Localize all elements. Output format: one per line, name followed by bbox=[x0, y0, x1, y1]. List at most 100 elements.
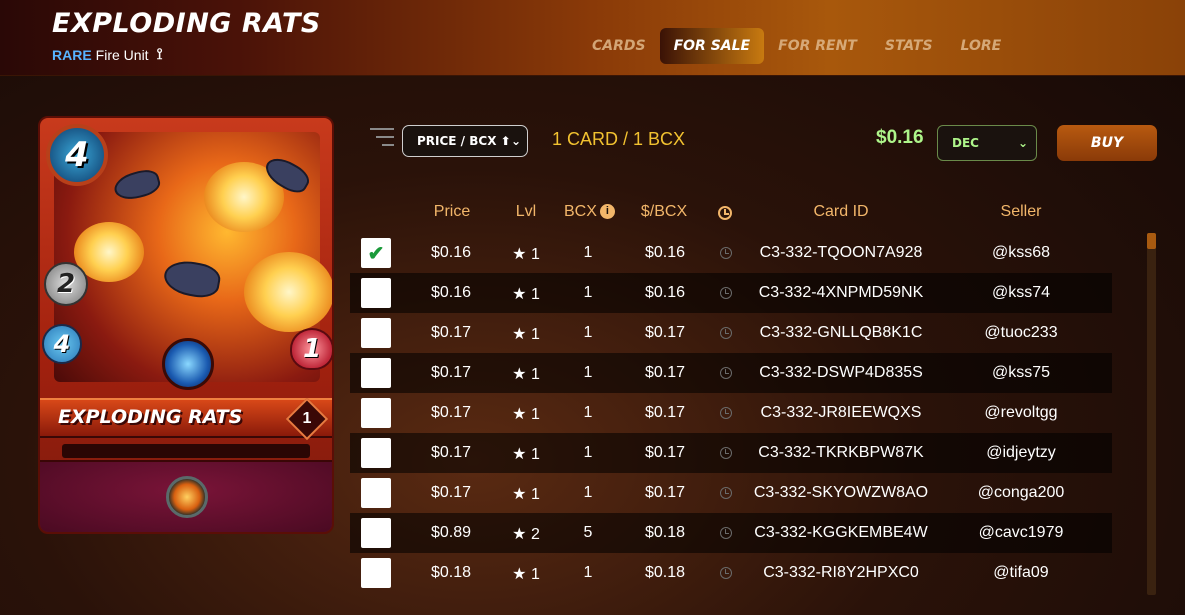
row-checkbox[interactable] bbox=[361, 318, 391, 348]
row-card-id[interactable]: C3-332-GNLLQB8K1C bbox=[746, 324, 936, 342]
row-seller[interactable]: @conga200 bbox=[960, 484, 1082, 502]
row-card-id[interactable]: C3-332-KGGKEMBE4W bbox=[746, 524, 936, 542]
clock-icon bbox=[720, 447, 732, 459]
row-lvl: ★ 1 bbox=[512, 406, 540, 423]
row-checkbox[interactable] bbox=[361, 398, 391, 428]
row-checkbox[interactable] bbox=[361, 358, 391, 388]
row-card-id[interactable]: C3-332-JR8IEEWQXS bbox=[746, 404, 936, 422]
row-card-id[interactable]: C3-332-DSWP4D835S bbox=[746, 364, 936, 382]
page-title: EXPLODING RATS bbox=[52, 8, 321, 39]
clock-icon bbox=[720, 287, 732, 299]
clock-icon bbox=[720, 247, 732, 259]
clock-icon bbox=[720, 407, 732, 419]
table-body: ✔ $0.16 ★ 1 1 $0.16 C3-332-TQOON7A928 @k… bbox=[350, 233, 1112, 593]
row-lvl: ★ 1 bbox=[512, 246, 540, 263]
tab-for-sale[interactable]: FOR SALE bbox=[659, 28, 765, 64]
row-seller[interactable]: @kss74 bbox=[960, 284, 1082, 302]
card-subtitle: RARE Fire Unit ⟟ bbox=[52, 46, 163, 64]
table-row[interactable]: $0.16 ★ 1 1 $0.16 C3-332-4XNPMD59NK @kss… bbox=[350, 273, 1112, 313]
row-seller[interactable]: @kss68 bbox=[960, 244, 1082, 262]
buy-button[interactable]: BUY bbox=[1057, 125, 1157, 161]
table-row[interactable]: $0.17 ★ 1 1 $0.17 C3-332-JR8IEEWQXS @rev… bbox=[350, 393, 1112, 433]
row-price: $0.17 bbox=[430, 444, 472, 461]
row-card-id[interactable]: C3-332-SKYOWZW8AO bbox=[746, 484, 936, 502]
edition-icon: ⟟ bbox=[156, 46, 163, 63]
sort-lines-icon[interactable] bbox=[370, 128, 394, 150]
scrollbar[interactable] bbox=[1147, 233, 1156, 595]
row-bcx: 1 bbox=[583, 284, 593, 301]
row-lvl: ★ 2 bbox=[512, 526, 540, 543]
table-row[interactable]: $0.18 ★ 1 1 $0.18 C3-332-RI8Y2HPXC0 @tif… bbox=[350, 553, 1112, 593]
sort-dropdown[interactable]: PRICE / BCX ⬆ ⌄ bbox=[402, 125, 528, 157]
table-row[interactable]: $0.17 ★ 1 1 $0.17 C3-332-DSWP4D835S @kss… bbox=[350, 353, 1112, 393]
explode-ability-icon[interactable] bbox=[166, 476, 208, 518]
row-seller[interactable]: @kss75 bbox=[960, 364, 1082, 382]
row-lvl: ★ 1 bbox=[512, 486, 540, 503]
table-header: Price Lvl BCX i $/BCX Card ID Seller bbox=[350, 193, 1112, 233]
header-card-id[interactable]: Card ID bbox=[780, 203, 902, 221]
table-row[interactable]: $0.17 ★ 1 1 $0.17 C3-332-SKYOWZW8AO @con… bbox=[350, 473, 1112, 513]
row-price: $0.17 bbox=[430, 324, 472, 341]
clock-icon bbox=[720, 327, 732, 339]
card-abilities bbox=[40, 460, 332, 532]
row-bcx: 1 bbox=[583, 444, 593, 461]
scrollbar-thumb[interactable] bbox=[1147, 233, 1156, 249]
row-bcx: 1 bbox=[583, 404, 593, 421]
row-per-bcx: $0.17 bbox=[644, 444, 686, 461]
header-bcx[interactable]: BCX i bbox=[564, 203, 620, 221]
table-row[interactable]: ✔ $0.16 ★ 1 1 $0.16 C3-332-TQOON7A928 @k… bbox=[350, 233, 1112, 273]
row-bcx: 1 bbox=[583, 244, 593, 261]
row-price: $0.17 bbox=[430, 364, 472, 381]
clock-icon bbox=[720, 527, 732, 539]
tab-lore[interactable]: LORE bbox=[947, 28, 1016, 64]
tab-cards[interactable]: CARDS bbox=[578, 28, 660, 64]
row-checkbox[interactable] bbox=[361, 558, 391, 588]
element-icon bbox=[162, 338, 214, 390]
row-per-bcx: $0.17 bbox=[644, 364, 686, 381]
header-per-bcx[interactable]: $/BCX bbox=[638, 203, 690, 221]
tab-for-rent[interactable]: FOR RENT bbox=[764, 28, 871, 64]
row-checkbox[interactable]: ✔ bbox=[361, 238, 391, 268]
row-price: $0.17 bbox=[430, 404, 472, 421]
main-tabs: CARDS FOR SALE FOR RENT STATS LORE bbox=[578, 28, 1015, 64]
row-card-id[interactable]: C3-332-TQOON7A928 bbox=[746, 244, 936, 262]
row-card-id[interactable]: C3-332-RI8Y2HPXC0 bbox=[746, 564, 936, 582]
row-seller[interactable]: @revoltgg bbox=[960, 404, 1082, 422]
row-checkbox[interactable] bbox=[361, 478, 391, 508]
table-row[interactable]: $0.17 ★ 1 1 $0.17 C3-332-GNLLQB8K1C @tuo… bbox=[350, 313, 1112, 353]
table-row[interactable]: $0.17 ★ 1 1 $0.17 C3-332-TKRKBPW87K @idj… bbox=[350, 433, 1112, 473]
row-seller[interactable]: @idjeytzy bbox=[960, 444, 1082, 462]
row-seller[interactable]: @cavc1979 bbox=[960, 524, 1082, 542]
info-icon[interactable]: i bbox=[599, 204, 615, 219]
row-price: $0.18 bbox=[430, 564, 472, 581]
total-price: $0.16 bbox=[876, 127, 924, 148]
row-per-bcx: $0.17 bbox=[644, 404, 686, 421]
row-price: $0.89 bbox=[430, 524, 472, 541]
card-image: 4 2 4 1 EXPLODING RATS 1 bbox=[38, 116, 334, 534]
row-bcx: 1 bbox=[583, 364, 593, 381]
currency-dropdown[interactable]: DEC ⌄ bbox=[937, 125, 1037, 161]
card-xp-bar bbox=[62, 444, 310, 458]
tab-stats[interactable]: STATS bbox=[871, 28, 947, 64]
row-bcx: 5 bbox=[583, 524, 593, 541]
row-card-id[interactable]: C3-332-TKRKBPW87K bbox=[746, 444, 936, 462]
row-per-bcx: $0.17 bbox=[644, 324, 686, 341]
header-price[interactable]: Price bbox=[432, 203, 472, 221]
table-row[interactable]: $0.89 ★ 2 5 $0.18 C3-332-KGGKEMBE4W @cav… bbox=[350, 513, 1112, 553]
row-per-bcx: $0.16 bbox=[644, 244, 686, 261]
row-price: $0.17 bbox=[430, 484, 472, 501]
row-price: $0.16 bbox=[430, 284, 472, 301]
row-seller[interactable]: @tifa09 bbox=[960, 564, 1082, 582]
chevron-down-icon: ⌄ bbox=[1017, 136, 1028, 150]
row-checkbox[interactable] bbox=[361, 278, 391, 308]
row-lvl: ★ 1 bbox=[512, 326, 540, 343]
clock-icon[interactable] bbox=[718, 206, 732, 220]
header-seller[interactable]: Seller bbox=[980, 203, 1062, 221]
header-lvl[interactable]: Lvl bbox=[510, 203, 542, 221]
row-lvl: ★ 1 bbox=[512, 566, 540, 583]
row-seller[interactable]: @tuoc233 bbox=[960, 324, 1082, 342]
row-per-bcx: $0.18 bbox=[644, 524, 686, 541]
row-checkbox[interactable] bbox=[361, 518, 391, 548]
row-card-id[interactable]: C3-332-4XNPMD59NK bbox=[746, 284, 936, 302]
row-checkbox[interactable] bbox=[361, 438, 391, 468]
